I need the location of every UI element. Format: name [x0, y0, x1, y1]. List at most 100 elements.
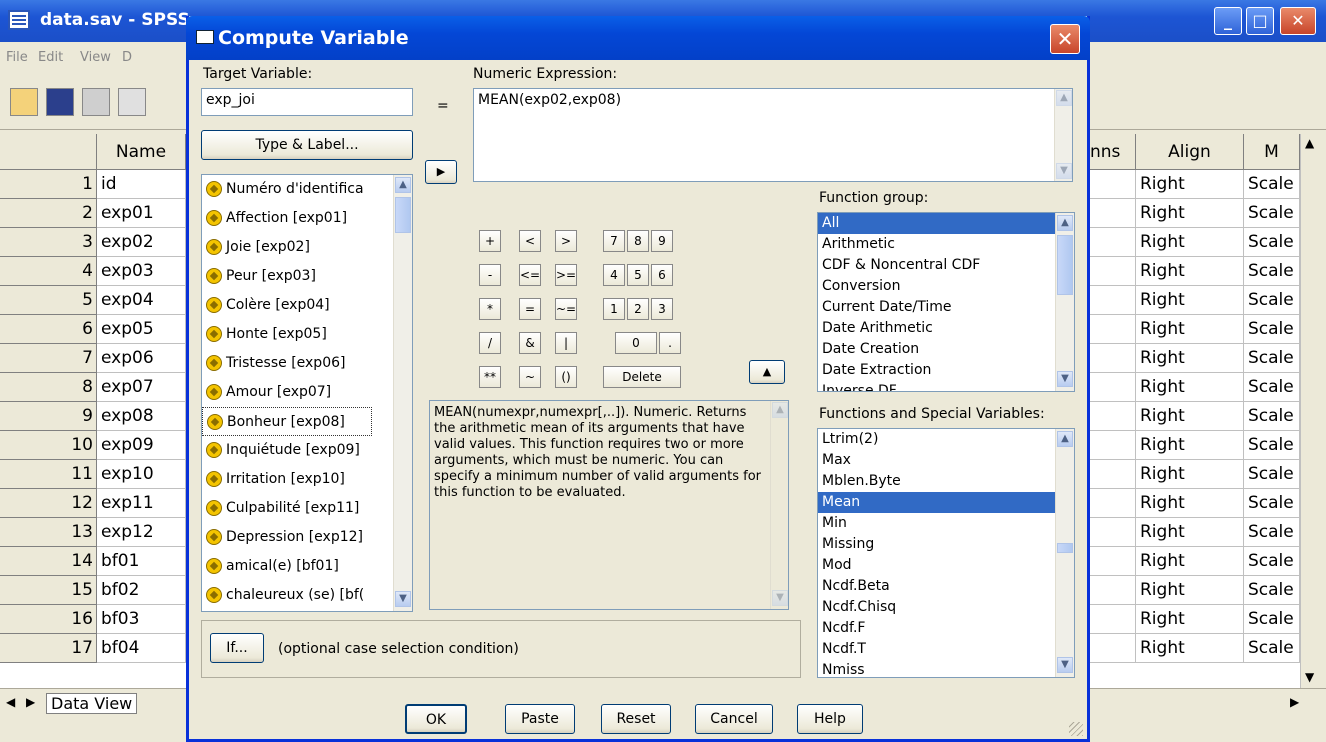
function-item[interactable]: Min — [818, 513, 1055, 534]
help-button[interactable]: Help — [797, 704, 863, 734]
keypad-key[interactable]: ** — [479, 366, 501, 388]
cell-align[interactable]: Right — [1136, 344, 1244, 373]
cell-name[interactable]: exp07 — [97, 373, 186, 402]
keypad-key[interactable]: 5 — [627, 264, 649, 286]
cell-name[interactable]: exp08 — [97, 402, 186, 431]
menu-view[interactable]: View — [80, 50, 111, 65]
cell-columns[interactable] — [1090, 460, 1136, 489]
cell-align[interactable]: Right — [1136, 315, 1244, 344]
scroll-up-icon[interactable]: ▲ — [772, 402, 788, 418]
function-item[interactable]: Mean — [818, 492, 1055, 513]
type-label-button[interactable]: Type & Label... — [201, 130, 413, 160]
function-group-list[interactable]: All Arithmetic CDF & Noncentral CDF Convers… — [817, 212, 1075, 392]
row-number[interactable]: 16 — [0, 605, 97, 634]
cell-name[interactable]: exp02 — [97, 228, 186, 257]
variable-item[interactable]: travailleur (se) [bf0: — [202, 610, 412, 611]
cell-name[interactable]: exp04 — [97, 286, 186, 315]
cell-measure[interactable]: Scale — [1244, 518, 1300, 547]
function-item[interactable]: Nmiss — [818, 660, 1055, 677]
keypad-key[interactable]: & — [519, 332, 541, 354]
row-number[interactable]: 7 — [0, 344, 97, 373]
variable-list[interactable]: Numéro d'identifica Affection [exp01] Joie… — [201, 174, 413, 612]
cell-align[interactable]: Right — [1136, 199, 1244, 228]
function-item[interactable]: Mod — [818, 555, 1055, 576]
cell-measure[interactable]: Scale — [1244, 634, 1300, 663]
resize-grip-icon[interactable] — [1069, 722, 1083, 736]
expression-scrollbar[interactable]: ▲ ▼ — [1054, 89, 1072, 181]
menu-file[interactable]: File — [6, 50, 28, 65]
cell-measure[interactable]: Scale — [1244, 373, 1300, 402]
cell-name[interactable]: exp11 — [97, 489, 186, 518]
cell-columns[interactable] — [1090, 199, 1136, 228]
function-item[interactable]: Ncdf.T — [818, 639, 1055, 660]
tab-nav-left-icon[interactable]: ◀ — [6, 695, 15, 709]
cell-align[interactable]: Right — [1136, 605, 1244, 634]
cell-name[interactable]: exp05 — [97, 315, 186, 344]
keypad-key[interactable]: >= — [555, 264, 577, 286]
cell-columns[interactable] — [1090, 315, 1136, 344]
variable-item[interactable]: Culpabilité [exp11] — [202, 494, 412, 523]
row-number[interactable]: 11 — [0, 460, 97, 489]
cell-measure[interactable]: Scale — [1244, 460, 1300, 489]
keypad-key[interactable]: - — [479, 264, 501, 286]
cell-columns[interactable] — [1090, 576, 1136, 605]
cell-align[interactable]: Right — [1136, 518, 1244, 547]
keypad-key[interactable]: 1 — [603, 298, 625, 320]
row-number[interactable]: 14 — [0, 547, 97, 576]
cell-columns[interactable] — [1090, 257, 1136, 286]
keypad-key[interactable]: > — [555, 230, 577, 252]
cell-align[interactable]: Right — [1136, 286, 1244, 315]
ok-button[interactable]: OK — [405, 704, 467, 734]
cell-measure[interactable]: Scale — [1244, 489, 1300, 518]
keypad-key[interactable]: 3 — [651, 298, 673, 320]
cell-name[interactable]: bf02 — [97, 576, 186, 605]
function-group-item[interactable]: Date Extraction — [818, 360, 1055, 381]
cell-columns[interactable] — [1090, 344, 1136, 373]
cell-align[interactable]: Right — [1136, 576, 1244, 605]
scroll-down-icon[interactable]: ▼ — [1057, 371, 1073, 387]
cell-columns[interactable] — [1090, 634, 1136, 663]
cell-columns[interactable] — [1090, 373, 1136, 402]
description-scrollbar[interactable]: ▲ ▼ — [770, 401, 788, 609]
variable-item[interactable]: Amour [exp07] — [202, 378, 412, 407]
row-number[interactable]: 6 — [0, 315, 97, 344]
scroll-up-icon[interactable]: ▲ — [1305, 136, 1314, 150]
menu-data[interactable]: D — [122, 50, 132, 65]
keypad-key[interactable]: 4 — [603, 264, 625, 286]
cell-align[interactable]: Right — [1136, 373, 1244, 402]
print-icon[interactable] — [82, 88, 110, 116]
keypad-key[interactable]: < — [519, 230, 541, 252]
column-header-columns[interactable]: nns — [1090, 134, 1136, 170]
dialog-title-bar[interactable]: Compute Variable ✕ — [186, 16, 1090, 60]
hscroll-right-icon[interactable]: ▶ — [1290, 695, 1299, 709]
column-header-align[interactable]: Align — [1136, 134, 1244, 170]
keypad-key[interactable]: ~ — [519, 366, 541, 388]
cell-measure[interactable]: Scale — [1244, 431, 1300, 460]
cell-columns[interactable] — [1090, 605, 1136, 634]
cell-measure[interactable]: Scale — [1244, 257, 1300, 286]
variable-item[interactable]: Tristesse [exp06] — [202, 349, 412, 378]
variable-item[interactable]: Honte [exp05] — [202, 320, 412, 349]
keypad-key[interactable]: / — [479, 332, 501, 354]
variable-list-scrollbar[interactable]: ▲ ▼ — [393, 175, 412, 611]
scroll-down-icon[interactable]: ▼ — [1056, 163, 1072, 179]
move-function-up-button[interactable]: ▲ — [749, 360, 785, 384]
cell-columns[interactable] — [1090, 547, 1136, 576]
cell-measure[interactable]: Scale — [1244, 315, 1300, 344]
function-group-item[interactable]: Conversion — [818, 276, 1055, 297]
variable-item[interactable]: Depression [exp12] — [202, 523, 412, 552]
numeric-expression-input[interactable]: MEAN(exp02,exp08) ▲ ▼ — [473, 88, 1073, 182]
keypad-key[interactable]: + — [479, 230, 501, 252]
menu-edit[interactable]: Edit — [38, 50, 63, 65]
row-number[interactable]: 2 — [0, 199, 97, 228]
row-number[interactable]: 12 — [0, 489, 97, 518]
cell-columns[interactable] — [1090, 170, 1136, 199]
dialog-recall-icon[interactable] — [118, 88, 146, 116]
reset-button[interactable]: Reset — [601, 704, 671, 734]
row-number[interactable]: 4 — [0, 257, 97, 286]
row-number[interactable]: 1 — [0, 170, 97, 199]
cell-measure[interactable]: Scale — [1244, 199, 1300, 228]
target-variable-input[interactable]: exp_joi — [201, 88, 413, 116]
tab-nav-right-icon[interactable]: ▶ — [26, 695, 35, 709]
scroll-up-icon[interactable]: ▲ — [1056, 90, 1072, 106]
